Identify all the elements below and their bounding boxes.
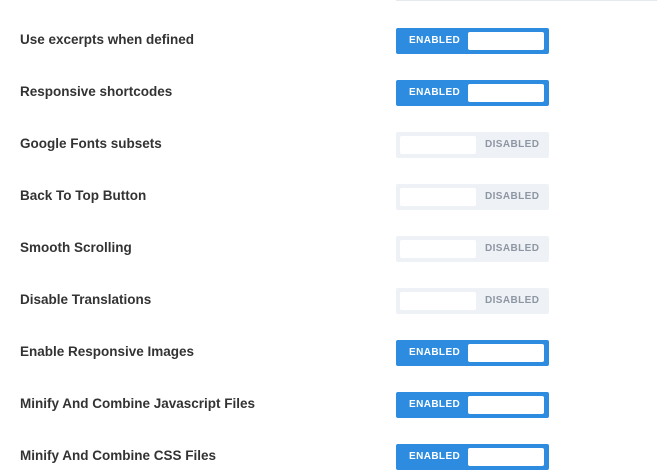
setting-label: Disable Translations <box>20 292 152 307</box>
toggle-knob <box>400 136 476 154</box>
setting-row-use-excerpts: Use excerpts when defined ENABLED <box>0 14 657 66</box>
toggle-state-text: DISABLED <box>485 243 540 254</box>
toggle-knob <box>400 292 476 310</box>
previous-toggle-edge <box>396 0 657 1</box>
setting-label: Google Fonts subsets <box>20 136 162 151</box>
setting-label: Smooth Scrolling <box>20 240 132 255</box>
toggle-knob <box>468 448 544 466</box>
toggle-knob <box>400 240 476 258</box>
toggle-responsive-images[interactable]: ENABLED <box>396 340 549 366</box>
setting-row-back-to-top: Back To Top Button DISABLED <box>0 170 657 222</box>
toggle-state-text: ENABLED <box>409 399 461 410</box>
toggle-back-to-top[interactable]: DISABLED <box>396 184 549 210</box>
toggle-knob <box>468 32 544 50</box>
setting-row-disable-translations: Disable Translations DISABLED <box>0 274 657 326</box>
toggle-state-text: ENABLED <box>409 87 461 98</box>
setting-label: Use excerpts when defined <box>20 32 195 47</box>
toggle-use-excerpts[interactable]: ENABLED <box>396 28 549 54</box>
toggle-knob <box>468 344 544 362</box>
toggle-google-fonts-subsets[interactable]: DISABLED <box>396 132 549 158</box>
setting-label: Back To Top Button <box>20 188 147 203</box>
toggle-state-text: ENABLED <box>409 451 461 462</box>
setting-label: Minify And Combine CSS Files <box>20 448 217 463</box>
toggle-disable-translations[interactable]: DISABLED <box>396 288 549 314</box>
setting-row-google-fonts-subsets: Google Fonts subsets DISABLED <box>0 118 657 170</box>
toggle-smooth-scrolling[interactable]: DISABLED <box>396 236 549 262</box>
setting-row-minify-css: Minify And Combine CSS Files ENABLED <box>0 430 657 472</box>
setting-label: Minify And Combine Javascript Files <box>20 396 256 411</box>
toggle-state-text: DISABLED <box>485 139 540 150</box>
toggle-state-text: ENABLED <box>409 35 461 46</box>
toggle-knob <box>400 188 476 206</box>
toggle-state-text: ENABLED <box>409 347 461 358</box>
toggle-knob <box>468 396 544 414</box>
setting-label: Responsive shortcodes <box>20 84 173 99</box>
settings-panel: Use excerpts when defined ENABLED Respon… <box>0 0 657 472</box>
setting-label: Enable Responsive Images <box>20 344 195 359</box>
toggle-state-text: DISABLED <box>485 191 540 202</box>
toggle-minify-js[interactable]: ENABLED <box>396 392 549 418</box>
setting-row-smooth-scrolling: Smooth Scrolling DISABLED <box>0 222 657 274</box>
setting-row-minify-js: Minify And Combine Javascript Files ENAB… <box>0 378 657 430</box>
setting-row-responsive-images: Enable Responsive Images ENABLED <box>0 326 657 378</box>
toggle-minify-css[interactable]: ENABLED <box>396 444 549 470</box>
toggle-knob <box>468 84 544 102</box>
toggle-state-text: DISABLED <box>485 295 540 306</box>
setting-row-responsive-shortcodes: Responsive shortcodes ENABLED <box>0 66 657 118</box>
toggle-responsive-shortcodes[interactable]: ENABLED <box>396 80 549 106</box>
